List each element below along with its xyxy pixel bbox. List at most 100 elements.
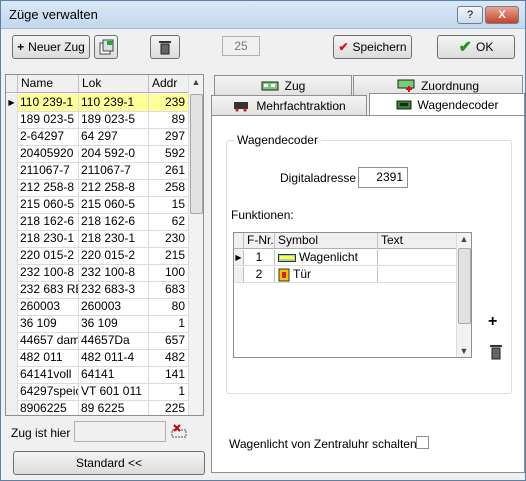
tab-wagendecoder[interactable]: Wagendecoder: [369, 93, 525, 115]
column-header-text[interactable]: Text: [378, 233, 457, 248]
scroll-up-icon[interactable]: ▲: [457, 234, 471, 244]
window: Züge verwalten ? X + Neuer Zug 25 ✔ Spei…: [0, 0, 526, 481]
function-row[interactable]: 2 Tür: [234, 267, 457, 283]
column-header-fnr[interactable]: F-Nr.: [244, 233, 275, 248]
train-row[interactable]: 218 230-1 218 230-1 230: [6, 230, 189, 248]
train-row[interactable]: 220 015-2 220 015-2 215: [6, 247, 189, 265]
train-row[interactable]: 260003 260003 80: [6, 298, 189, 316]
delete-function-icon[interactable]: [489, 343, 503, 360]
train-addr-cell: 297: [149, 128, 189, 145]
tab-mehrfachtraktion-label: Mehrfachtraktion: [256, 98, 346, 113]
train-lok-cell: 220 015-2: [79, 247, 149, 264]
train-row[interactable]: 20405920 204 592-0 592: [6, 145, 189, 163]
column-header-symbol[interactable]: Symbol: [275, 233, 378, 248]
address-input[interactable]: 2391: [358, 167, 408, 188]
train-lok-cell: 189 023-5: [79, 111, 149, 128]
scroll-thumb[interactable]: [190, 94, 203, 214]
train-name-cell: 232 100-8: [18, 264, 79, 281]
row-indicator: [6, 349, 18, 366]
train-addr-cell: 215: [149, 247, 189, 264]
function-symbol[interactable]: Wagenlicht: [275, 250, 378, 265]
train-row[interactable]: 8906225 89 6225 225: [6, 400, 189, 415]
row-indicator: [6, 298, 18, 315]
location-field[interactable]: [74, 421, 166, 442]
new-train-button[interactable]: + Neuer Zug: [12, 35, 90, 59]
row-indicator: [6, 366, 18, 383]
decoder-icon: [396, 100, 412, 109]
column-header-name[interactable]: Name: [18, 75, 79, 92]
train-row[interactable]: 2-64297 64 297 297: [6, 128, 189, 146]
train-counter: 25: [222, 36, 260, 56]
train-row[interactable]: 36 109 36 109 1: [6, 315, 189, 333]
function-text-input[interactable]: [378, 250, 457, 265]
row-indicator-icon: ▶: [234, 250, 244, 265]
row-indicator: [6, 264, 18, 281]
train-name-cell: 64141voll: [18, 366, 79, 383]
train-lok-cell: 64141: [79, 366, 149, 383]
train-lok-cell: 218 230-1: [79, 230, 149, 247]
train-table-scrollbar[interactable]: ▲: [188, 75, 203, 415]
train-row[interactable]: ▶ 110 239-1 110 239-1 239: [6, 94, 189, 112]
train-row[interactable]: 482 011 482 011-4 482: [6, 349, 189, 367]
function-text-input[interactable]: [378, 267, 457, 282]
copy-train-button[interactable]: [94, 35, 118, 59]
tab-mehrfachtraktion[interactable]: Mehrfachtraktion: [211, 95, 367, 115]
row-indicator: [6, 128, 18, 145]
train-name-cell: 64297speic: [20, 383, 79, 400]
row-indicator: [6, 111, 18, 128]
help-button[interactable]: ?: [457, 6, 483, 24]
train-row[interactable]: 64141voll 64141 141: [6, 366, 189, 384]
tab-zug[interactable]: Zug: [214, 75, 352, 95]
function-number: 1: [244, 250, 275, 265]
train-row[interactable]: 232 100-8 232 100-8 100: [6, 264, 189, 282]
scroll-thumb[interactable]: [458, 248, 471, 324]
functions-table-header: F-Nr. Symbol Text: [234, 233, 457, 249]
delete-train-button[interactable]: [150, 35, 180, 59]
train-name-cell: 8906225: [18, 400, 79, 415]
column-header-addr[interactable]: Addr: [149, 75, 189, 92]
train-row[interactable]: 189 023-5 189 023-5 89: [6, 111, 189, 129]
train-lok-cell: 36 109: [79, 315, 149, 332]
close-button[interactable]: X: [485, 6, 519, 24]
scroll-up-icon[interactable]: ▲: [189, 77, 203, 87]
train-name-cell: 44657 damp: [18, 332, 79, 349]
train-addr-cell: 225: [149, 400, 189, 415]
scroll-down-icon[interactable]: ▼: [457, 346, 471, 356]
standard-button[interactable]: Standard <<: [13, 451, 205, 475]
ok-button[interactable]: ✔ OK: [437, 35, 515, 59]
save-button[interactable]: ✔ Speichern: [333, 35, 412, 59]
train-icon: [261, 81, 279, 90]
clear-location-icon[interactable]: [171, 424, 189, 440]
row-indicator: [6, 315, 18, 332]
train-row[interactable]: 44657 damp44657Da657: [6, 332, 189, 350]
train-lok-cell: 110 239-1: [79, 94, 149, 111]
train-name-cell: 220 015-2: [18, 247, 79, 264]
train-row[interactable]: 215 060-5 215 060-5 15: [6, 196, 189, 214]
column-header-lok[interactable]: Lok: [79, 75, 149, 92]
train-row[interactable]: 218 162-6 218 162-6 62: [6, 213, 189, 231]
functions-scrollbar[interactable]: ▲ ▼: [456, 233, 471, 357]
train-row[interactable]: 64297speic VT 601 011 1: [6, 383, 189, 401]
train-addr-cell: 482: [149, 349, 189, 366]
train-row[interactable]: 212 258-8 212 258-8 258: [6, 179, 189, 197]
add-function-icon[interactable]: +: [488, 313, 497, 331]
door-icon: [278, 268, 290, 281]
train-row[interactable]: 211067-7 211067-7 261: [6, 162, 189, 180]
row-indicator: [6, 383, 18, 400]
train-name-cell: 260003: [18, 298, 79, 315]
checkmark-icon: ✔: [338, 40, 349, 54]
function-row[interactable]: ▶ 1 Wagenlicht: [234, 250, 457, 266]
row-indicator: [6, 162, 18, 179]
train-name-cell: 232 683 RB: [20, 281, 79, 298]
tab-zuordnung[interactable]: Zuordnung: [353, 75, 523, 95]
row-indicator: [6, 332, 18, 349]
function-symbol[interactable]: Tür: [275, 267, 378, 282]
train-lok-cell: 64 297: [79, 128, 149, 145]
trash-icon: [159, 41, 171, 55]
train-table: Name Lok Addr ▶ 110 239-1 110 239-1 239 189 …: [5, 74, 204, 416]
train-row[interactable]: 232 683 RB 232 683-3 683: [6, 281, 189, 299]
clock-checkbox[interactable]: [416, 436, 429, 449]
group-title: Wagendecoder: [234, 133, 321, 147]
tab-wagendecoder-label: Wagendecoder: [417, 97, 499, 112]
train-lok-cell: 44657Da: [79, 332, 149, 349]
